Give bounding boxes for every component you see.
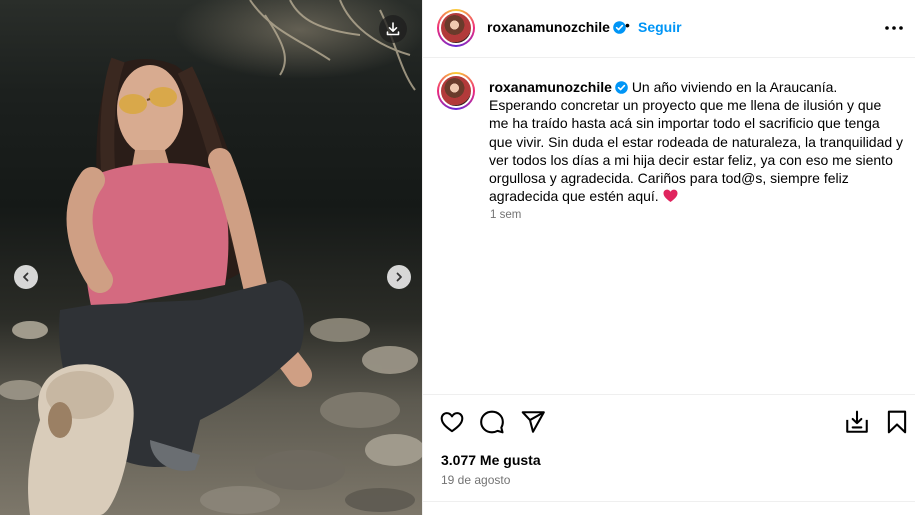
- download-button[interactable]: [379, 15, 407, 43]
- caption-username[interactable]: roxanamunozchile: [489, 79, 612, 95]
- comment-icon: [480, 410, 504, 434]
- bookmark-button[interactable]: [884, 409, 910, 435]
- separator-dot: •: [625, 17, 630, 33]
- caption-section: roxanamunozchile Un año viviendo en la A…: [423, 58, 915, 394]
- caption-body: Un año viviendo en la Araucanía. Esperan…: [489, 79, 904, 205]
- bookmark-icon: [887, 410, 907, 434]
- chevron-right-icon: [396, 272, 402, 282]
- heart-icon: [440, 412, 464, 433]
- verified-badge-icon: [613, 21, 626, 34]
- save-to-collection-icon: [846, 410, 868, 433]
- follow-button[interactable]: Seguir: [638, 19, 682, 35]
- previous-photo-button[interactable]: [14, 265, 38, 289]
- caption-author-avatar[interactable]: [437, 72, 475, 110]
- verified-badge-icon: [615, 81, 628, 94]
- more-options-icon: [885, 26, 903, 30]
- save-to-collection-button[interactable]: [844, 409, 870, 435]
- more-options-button[interactable]: [882, 18, 906, 38]
- download-icon: [386, 22, 400, 36]
- caption-timestamp[interactable]: 1 sem: [490, 209, 521, 221]
- author-username: roxanamunozchile: [487, 19, 610, 35]
- like-button[interactable]: [439, 409, 465, 435]
- post-header: roxanamunozchile • Seguir: [423, 0, 915, 58]
- caption: roxanamunozchile Un año viviendo en la A…: [489, 78, 904, 205]
- post-side-panel: roxanamunozchile • Seguir roxanamunozchi…: [422, 0, 915, 515]
- send-icon: [521, 411, 545, 433]
- post-photo[interactable]: [0, 0, 422, 515]
- share-button[interactable]: [520, 409, 546, 435]
- chevron-left-icon: [23, 272, 29, 282]
- author-avatar[interactable]: [437, 9, 475, 47]
- comment-button[interactable]: [479, 409, 505, 435]
- author-username-link[interactable]: roxanamunozchile: [487, 19, 626, 35]
- next-photo-button[interactable]: [387, 265, 411, 289]
- divider: [423, 501, 915, 502]
- heart-emoji-icon: [663, 189, 678, 203]
- post-date[interactable]: 19 de agosto: [441, 473, 510, 487]
- post-actions: 3.077 Me gusta 19 de agosto: [423, 394, 915, 507]
- likes-count[interactable]: 3.077 Me gusta: [441, 452, 541, 468]
- photo-scene: [0, 0, 422, 515]
